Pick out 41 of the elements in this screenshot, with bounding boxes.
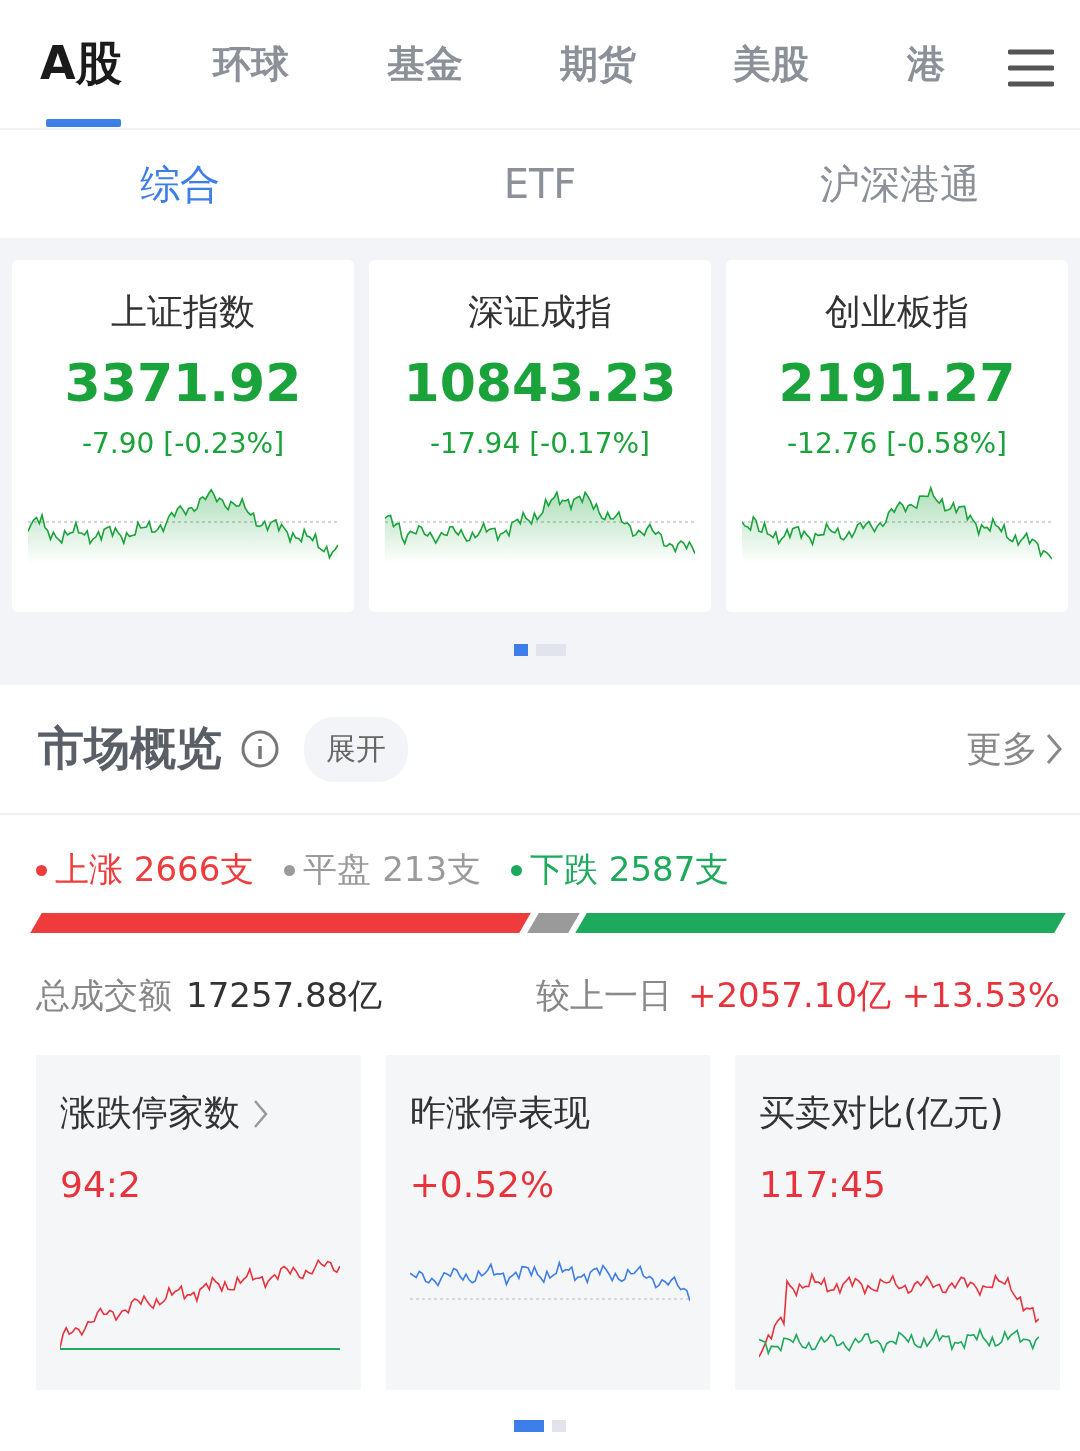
stat-title: 买卖对比(亿元) (759, 1091, 1004, 1135)
index-change: -7.90 [-0.23%] (81, 427, 285, 460)
market-tab[interactable]: 美股 (733, 0, 907, 129)
index-card[interactable]: 创业板指 2191.27 -12.76 [-0.58%] (726, 260, 1068, 612)
sub-tab[interactable]: 综合 (134, 155, 226, 213)
stat-card[interactable]: 涨跌停家数 94:2 (36, 1055, 361, 1390)
index-value: 2191.27 (778, 353, 1016, 413)
index-name: 创业板指 (825, 290, 969, 334)
legend-label: 下跌 2587支 (530, 848, 730, 891)
section-title: 市场概览 (38, 720, 222, 777)
stat-title: 涨跌停家数 (60, 1091, 240, 1135)
index-card[interactable]: 深证成指 10843.23 -17.94 [-0.17%] (369, 260, 711, 612)
index-name: 深证成指 (468, 290, 612, 334)
chevron-icon (1044, 731, 1064, 767)
more-link[interactable]: 更多 (966, 724, 1064, 774)
market-tab[interactable]: 期货 (560, 0, 734, 129)
stat-value: +0.52% (409, 1164, 556, 1205)
market-tab[interactable]: 基金 (386, 0, 560, 129)
index-change: -12.76 [-0.58%] (786, 427, 1008, 460)
compare-label: 较上一日 (535, 974, 672, 1017)
legend-label: 上涨 2666支 (55, 848, 255, 891)
stat-card[interactable]: 买卖对比(亿元) 117:45 (735, 1055, 1060, 1390)
stat-card[interactable]: 昨涨停表现 +0.52% (385, 1055, 711, 1390)
index-name: 上证指数 (111, 290, 255, 334)
index-change: -17.94 [-0.17%] (429, 427, 651, 460)
stat-value: 117:45 (759, 1164, 887, 1205)
expand-button[interactable]: 展开 (304, 716, 408, 782)
index-card[interactable]: 上证指数 3371.92 -7.90 [-0.23%] (12, 260, 354, 612)
market-tab[interactable]: 环球 (213, 0, 387, 129)
compare-value: +2057.10亿 +13.53% (687, 974, 1060, 1017)
sub-tab[interactable]: ETF (497, 160, 583, 208)
legend-label: 平盘 213支 (303, 848, 482, 891)
sub-tab[interactable]: 沪深港通 (814, 155, 986, 213)
info-icon[interactable] (240, 729, 280, 769)
index-value: 10843.23 (403, 353, 677, 413)
stat-title: 昨涨停表现 (409, 1091, 590, 1135)
index-value: 3371.92 (64, 353, 302, 413)
market-tab[interactable]: 港 (906, 0, 1080, 129)
turnover-label: 总成交额 (36, 974, 172, 1017)
stat-value: 94:2 (60, 1164, 142, 1205)
turnover-value: 17257.88亿 (186, 974, 383, 1017)
